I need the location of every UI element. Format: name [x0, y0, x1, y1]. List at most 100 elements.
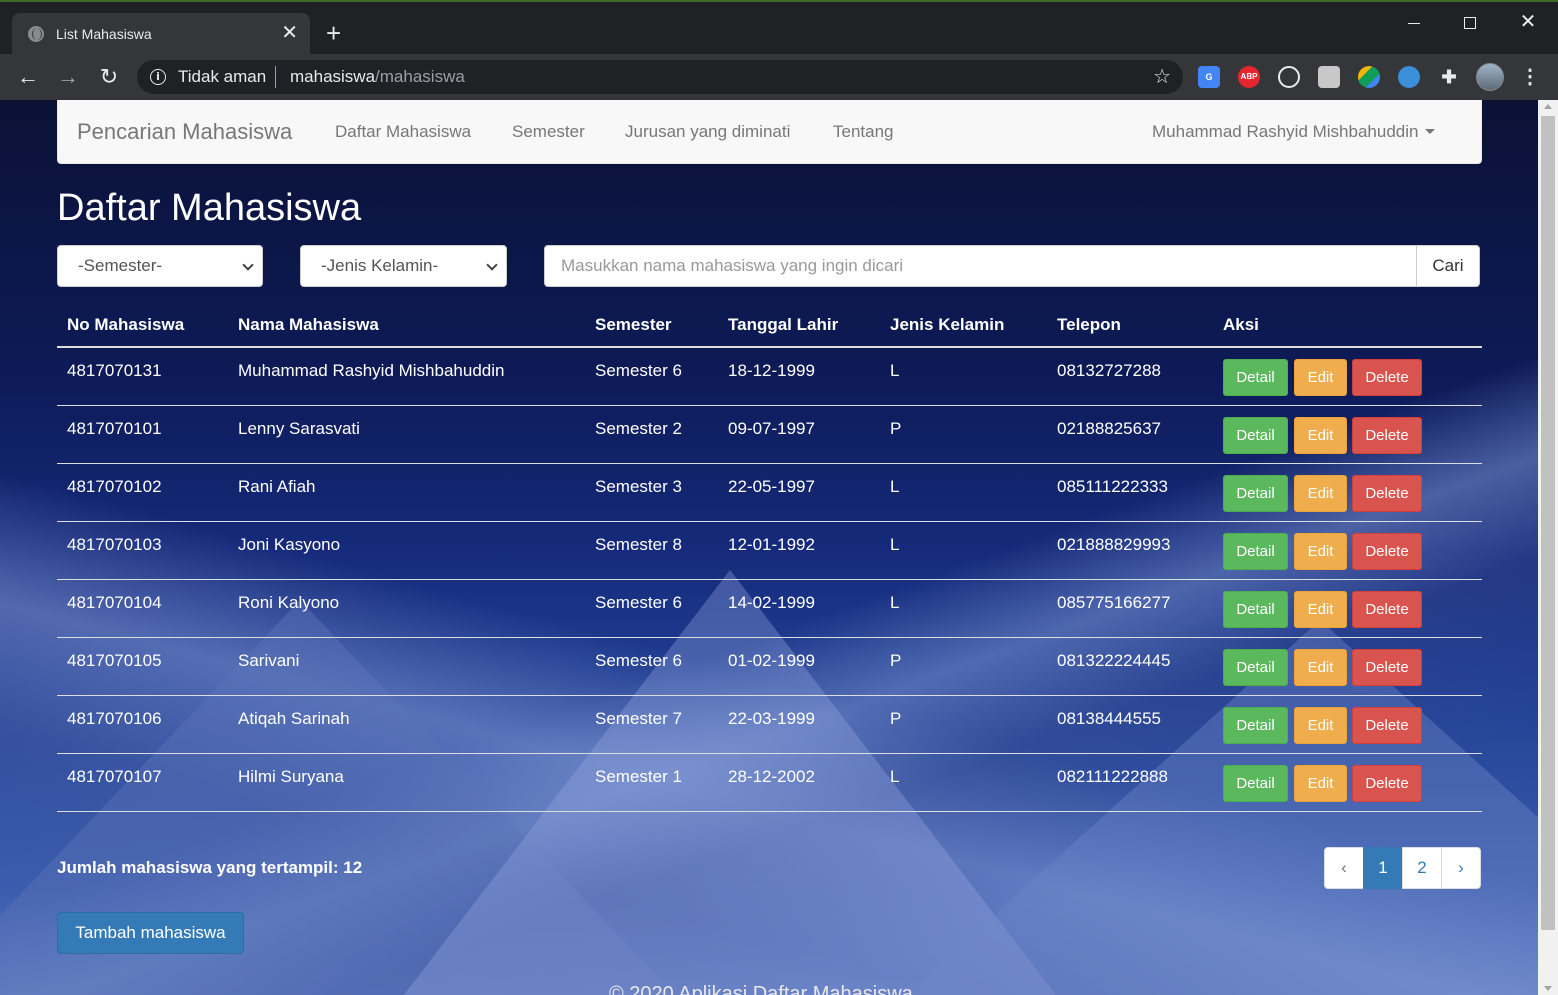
table-row: 4817070105 Sarivani Semester 6 01-02-1999 P 0…	[57, 638, 1482, 696]
student-number: 4817070107	[67, 767, 162, 786]
pagination-page-2[interactable]: 2	[1402, 847, 1442, 889]
detail-button[interactable]: Detail	[1223, 591, 1288, 628]
puzzle-icon[interactable]: ✚	[1438, 66, 1460, 88]
detail-button[interactable]: Detail	[1223, 417, 1288, 454]
nav-link-semester[interactable]: Semester	[512, 122, 585, 142]
student-name: Joni Kasyono	[238, 535, 341, 554]
address-bar[interactable]: i Tidak aman mahasiswa/mahasiswa ☆	[137, 60, 1183, 94]
delete-button[interactable]: Delete	[1352, 359, 1422, 396]
maximize-button[interactable]	[1450, 10, 1490, 34]
edit-button[interactable]: Edit	[1294, 765, 1347, 802]
drive-icon[interactable]	[1358, 66, 1380, 88]
close-window-button[interactable]: ✕	[1508, 10, 1548, 34]
nav-link-tentang[interactable]: Tentang	[833, 122, 894, 142]
delete-button[interactable]: Delete	[1352, 591, 1422, 628]
scrollbar[interactable]	[1538, 100, 1558, 995]
scroll-up-icon[interactable]	[1544, 104, 1552, 109]
detail-button[interactable]: Detail	[1223, 649, 1288, 686]
menu-dots-icon[interactable]: ⋮	[1518, 63, 1542, 91]
add-student-button[interactable]: Tambah mahasiswa	[57, 912, 244, 954]
student-semester: Semester 1	[595, 767, 682, 786]
student-semester: Semester 7	[595, 709, 682, 728]
student-phone: 02188825637	[1057, 419, 1162, 438]
edit-button[interactable]: Edit	[1294, 707, 1347, 744]
student-birthdate: 14-02-1999	[728, 593, 815, 612]
table-row: 4817070104 Roni Kalyono Semester 6 14-02-19…	[57, 580, 1482, 638]
minimize-button[interactable]	[1394, 10, 1434, 34]
page-viewport: Pencarian Mahasiswa Daftar Mahasiswa Sem…	[0, 100, 1538, 995]
forward-arrow-icon[interactable]: →	[54, 63, 82, 91]
navbar-brand[interactable]: Pencarian Mahasiswa	[77, 119, 292, 145]
scroll-thumb[interactable]	[1541, 116, 1555, 930]
delete-button[interactable]: Delete	[1352, 765, 1422, 802]
student-name: Sarivani	[238, 651, 300, 670]
edit-button[interactable]: Edit	[1294, 359, 1347, 396]
delete-button[interactable]: Delete	[1352, 417, 1422, 454]
user-name: Muhammad Rashyid Mishbahuddin	[1152, 122, 1419, 141]
search-button[interactable]: Cari	[1416, 245, 1480, 287]
detail-button[interactable]: Detail	[1223, 475, 1288, 512]
student-phone: 085111222333	[1057, 477, 1168, 496]
edit-button[interactable]: Edit	[1294, 591, 1347, 628]
student-count-text: Jumlah mahasiswa yang tertampil: 12	[57, 858, 363, 877]
delete-button[interactable]: Delete	[1352, 475, 1422, 512]
student-semester: Semester 3	[595, 477, 682, 496]
url-text[interactable]: mahasiswa/mahasiswa	[290, 67, 465, 87]
detail-button[interactable]: Detail	[1223, 359, 1288, 396]
close-tab-icon[interactable]: ✕	[281, 21, 298, 45]
profile-avatar[interactable]	[1476, 63, 1504, 91]
print-icon[interactable]	[1318, 66, 1340, 88]
detail-button[interactable]: Detail	[1223, 765, 1288, 802]
student-semester: Semester 2	[595, 419, 682, 438]
omnibox-divider	[275, 66, 276, 88]
reload-icon[interactable]: ↻	[95, 63, 123, 91]
student-birthdate: 09-07-1997	[728, 419, 815, 438]
gender-select[interactable]: -Jenis Kelamin-	[300, 245, 507, 287]
student-phone: 081322224445	[1057, 651, 1171, 670]
google-translate-icon[interactable]: G	[1198, 66, 1220, 88]
table-row: 4817070106 Atiqah Sarinah Semester 7 22-03-…	[57, 696, 1482, 754]
security-label[interactable]: Tidak aman	[178, 67, 266, 87]
student-semester: Semester 6	[595, 651, 682, 670]
student-name: Atiqah Sarinah	[238, 709, 350, 728]
adblock-plus-icon[interactable]: ABP	[1238, 66, 1260, 88]
pagination-prev[interactable]: ‹	[1324, 847, 1364, 889]
student-name: Roni Kalyono	[238, 593, 340, 612]
caret-down-icon	[1425, 129, 1436, 135]
detail-button[interactable]: Detail	[1223, 533, 1288, 570]
edit-button[interactable]: Edit	[1294, 649, 1347, 686]
search-input[interactable]: Masukkan nama mahasiswa yang ingin dicar…	[544, 245, 1417, 287]
browser-titlebar: List Mahasiswa ✕ + ✕	[0, 0, 1558, 56]
gauge-icon[interactable]	[1278, 66, 1300, 88]
delete-button[interactable]: Delete	[1352, 707, 1422, 744]
semester-select[interactable]: -Semester-	[57, 245, 263, 287]
nav-link-daftar-mahasiswa[interactable]: Daftar Mahasiswa	[335, 122, 471, 142]
student-gender: L	[890, 767, 900, 786]
delete-button[interactable]: Delete	[1352, 649, 1422, 686]
column-header: Jenis Kelamin	[890, 315, 1005, 334]
info-icon[interactable]: i	[150, 69, 166, 85]
pagination-page-1[interactable]: 1	[1363, 847, 1403, 889]
new-tab-button[interactable]: +	[326, 19, 341, 47]
edit-button[interactable]: Edit	[1294, 533, 1347, 570]
delete-button[interactable]: Delete	[1352, 533, 1422, 570]
student-semester: Semester 6	[595, 593, 682, 612]
edit-button[interactable]: Edit	[1294, 417, 1347, 454]
edit-button[interactable]: Edit	[1294, 475, 1347, 512]
scroll-down-icon[interactable]	[1544, 986, 1552, 991]
lens-icon[interactable]	[1398, 66, 1420, 88]
back-arrow-icon[interactable]: ←	[14, 63, 42, 91]
student-name: Lenny Sarasvati	[238, 419, 360, 438]
student-number: 4817070106	[67, 709, 162, 728]
semester-select-value: -Semester-	[78, 256, 163, 275]
browser-tab[interactable]: List Mahasiswa ✕	[12, 13, 310, 56]
user-dropdown[interactable]: Muhammad Rashyid Mishbahuddin	[1152, 122, 1436, 142]
student-gender: P	[890, 651, 902, 670]
pagination-next[interactable]: ›	[1441, 847, 1481, 889]
detail-button[interactable]: Detail	[1223, 707, 1288, 744]
bookmark-star-icon[interactable]: ☆	[1153, 64, 1171, 89]
page-title: Daftar Mahasiswa	[57, 187, 362, 229]
nav-link-jurusan[interactable]: Jurusan yang diminati	[625, 122, 790, 142]
student-gender: L	[890, 477, 900, 496]
student-gender: L	[890, 593, 900, 612]
